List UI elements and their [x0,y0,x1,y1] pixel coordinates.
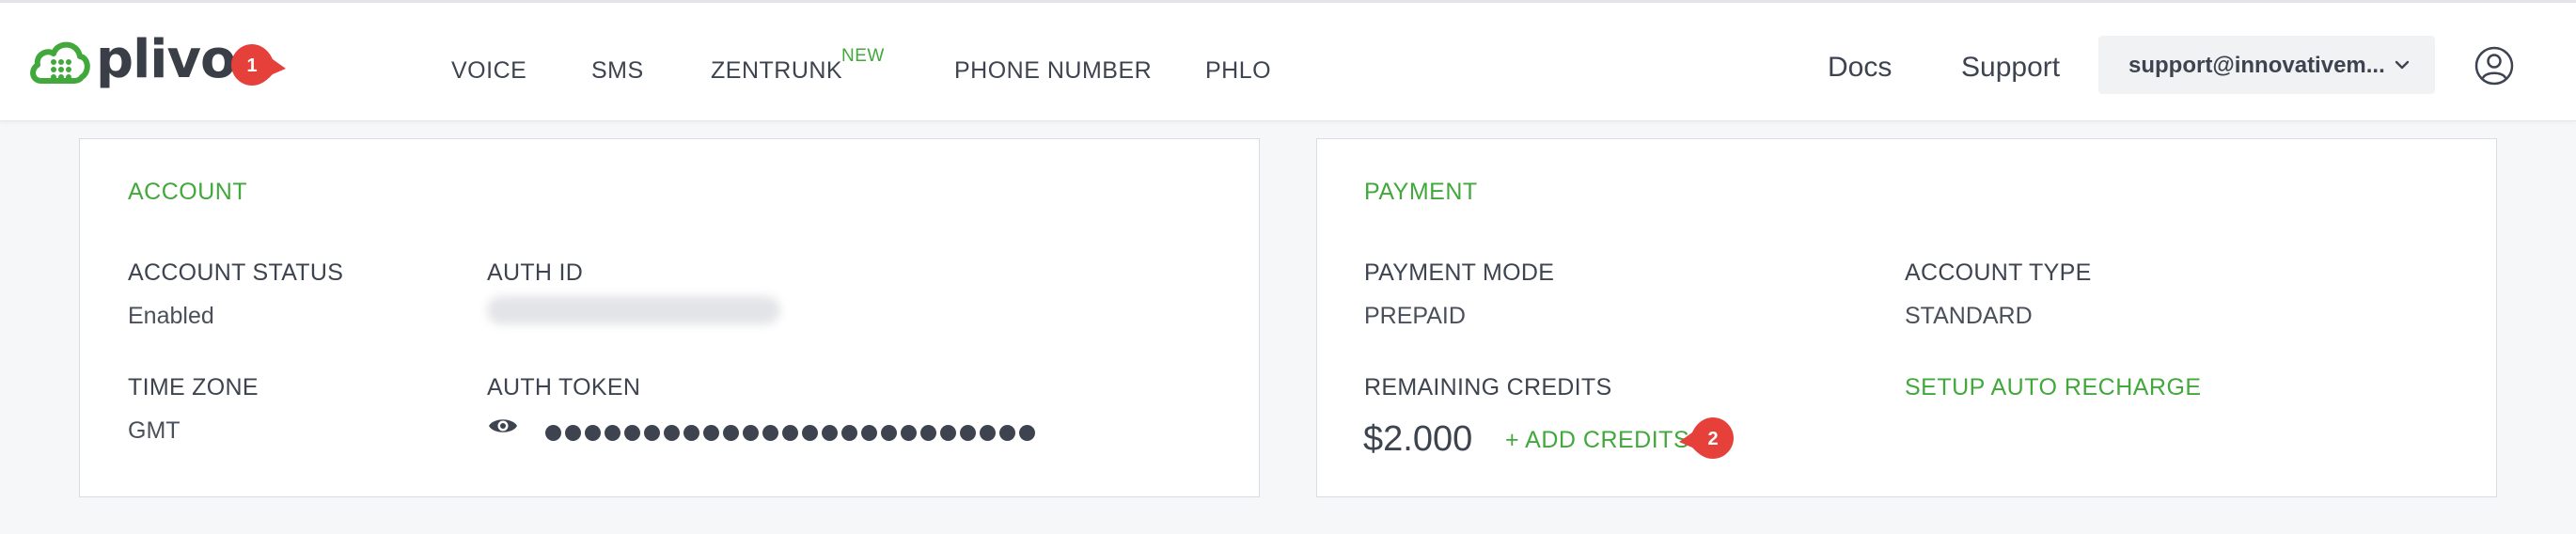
nav-zentrunk[interactable]: ZENTRUNK [711,57,842,85]
account-email: support@innovativem... [2128,53,2385,78]
user-circle-icon[interactable] [2474,46,2514,86]
logo-wordmark: plivo [96,29,236,90]
account-dropdown[interactable]: support@innovativem... [2098,36,2435,94]
payment-mode-value: PREPAID [1364,303,1466,329]
setup-auto-recharge-link[interactable]: SETUP AUTO RECHARGE [1905,374,2202,401]
chevron-down-icon [2395,60,2410,70]
auth-id-redacted [487,296,780,324]
payment-title: PAYMENT [1364,179,1478,205]
callout-number: 2 [1707,428,1719,449]
auth-id-label: AUTH ID [487,259,584,286]
timezone-label: TIME ZONE [128,374,259,400]
nav-sms[interactable]: SMS [591,57,644,85]
docs-link[interactable]: Docs [1828,52,1892,84]
account-status-label: ACCOUNT STATUS [128,259,344,286]
timezone-value: GMT [128,417,181,444]
support-link[interactable]: Support [1961,52,2060,84]
callout-marker-2: 2 [1679,416,1736,463]
payment-mode-label: PAYMENT MODE [1364,259,1555,286]
add-credits-link[interactable]: + ADD CREDITS [1505,427,1689,454]
nav-phone-number[interactable]: PHONE NUMBER [954,57,1152,85]
callout-number: 1 [246,55,258,76]
auth-token-masked [545,425,1039,441]
new-badge: NEW [841,46,885,66]
callout-marker-1: 1 [229,42,286,89]
remaining-credits-amount: $2.000 [1363,419,1473,459]
nav-phlo[interactable]: PHLO [1205,57,1271,85]
account-status-value: Enabled [128,303,214,329]
account-title: ACCOUNT [128,179,248,205]
auth-token-label: AUTH TOKEN [487,374,641,400]
account-type-label: ACCOUNT TYPE [1905,259,2092,286]
plivo-logo[interactable]: plivo [28,29,236,90]
cloud-phone-logo-icon [30,41,90,84]
nav-voice[interactable]: VOICE [451,57,526,85]
remaining-credits-label: REMAINING CREDITS [1364,374,1612,400]
eye-icon[interactable] [487,415,519,437]
account-type-value: STANDARD [1905,303,2033,329]
top-navbar: plivo 1 VOICE SMS ZENTRUNK NEW PHONE NUM… [0,3,2576,121]
